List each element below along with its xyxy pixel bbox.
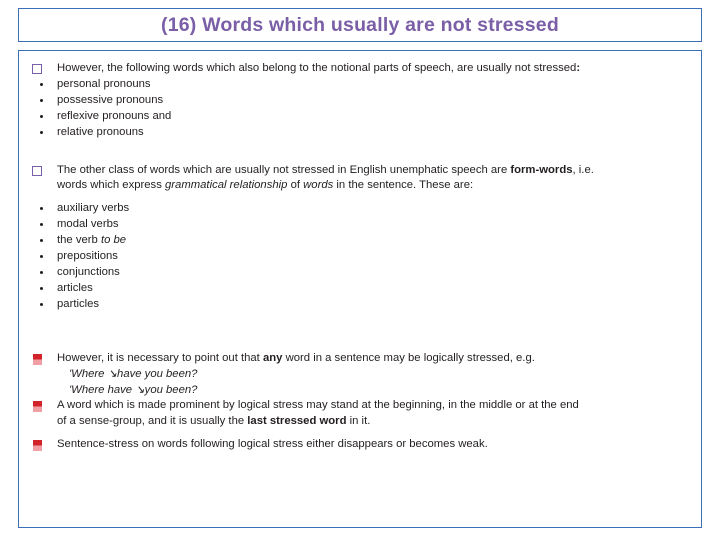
block3-paragraph-3: Sentence-stress on words following logic… bbox=[27, 437, 693, 452]
list-item-label: relative pronouns bbox=[57, 125, 144, 138]
list-item-label: prepositions bbox=[57, 250, 118, 263]
dot-bullet-icon bbox=[27, 249, 57, 259]
dot-bullet-icon bbox=[27, 281, 57, 290]
block3-paragraph-1-text: However, it is necessary to point out th… bbox=[57, 351, 693, 366]
list-item: possessive pronouns bbox=[27, 93, 693, 108]
list-item-label: possessive pronouns bbox=[57, 93, 164, 106]
dot-bullet-icon bbox=[27, 265, 57, 274]
square-bullet-icon bbox=[27, 61, 57, 74]
list-item: conjunctions bbox=[27, 265, 693, 280]
list-item-label-italic: to be bbox=[100, 234, 127, 247]
block1-lead: However, the following words which also … bbox=[27, 61, 693, 76]
example-sentence-1: 'Where ↘have you been? bbox=[27, 367, 693, 382]
example-text: 'Where have ↘you been? bbox=[69, 383, 198, 396]
example-sentence-2: 'Where have ↘you been? bbox=[27, 383, 693, 398]
p2-cont-2: in it. bbox=[346, 415, 371, 428]
square-bullet-icon bbox=[27, 163, 57, 176]
block3-paragraph-3-text: Sentence-stress on words following logic… bbox=[57, 438, 488, 451]
block2-lead-part-0: The other class of words which are usual… bbox=[57, 163, 511, 176]
block2-cont-part-1: grammatical relationship bbox=[165, 179, 288, 192]
dot-bullet-icon bbox=[27, 109, 57, 118]
list-item-label: modal verbs bbox=[57, 218, 119, 231]
list-item: personal pronouns bbox=[27, 77, 693, 92]
slide: (16) Words which usually are not stresse… bbox=[0, 0, 720, 540]
block3-paragraph-2-text: A word which is made prominent by logica… bbox=[57, 398, 693, 413]
block2-lead-text: The other class of words which are usual… bbox=[57, 163, 693, 178]
block2-lead-continuation: words which express grammatical relation… bbox=[27, 178, 693, 193]
block2-lead-part-1: form-words bbox=[510, 163, 573, 176]
dot-bullet-icon bbox=[27, 201, 57, 211]
example-text: 'Where ↘have you been? bbox=[69, 367, 198, 380]
list-item-label: reflexive pronouns and bbox=[57, 109, 172, 122]
block3-paragraph-1: However, it is necessary to point out th… bbox=[27, 351, 693, 366]
list-item-label: personal pronouns bbox=[57, 77, 151, 90]
block2-cont-part-3: words bbox=[303, 179, 334, 192]
p2-cont-0: of a sense-group, and it is usually the bbox=[57, 415, 248, 428]
flag-bullet-icon bbox=[27, 437, 57, 452]
dot-bullet-icon bbox=[27, 77, 57, 86]
page-title: (16) Words which usually are not stresse… bbox=[161, 13, 559, 36]
list-item: auxiliary verbs bbox=[27, 201, 693, 216]
block2-cont-part-4: in the sentence. These are: bbox=[333, 179, 474, 192]
list-item-label: particles bbox=[57, 297, 100, 310]
block2-cont-part-0: words which express bbox=[57, 179, 165, 192]
list-item-label: auxiliary verbs bbox=[57, 202, 130, 215]
block3-paragraph-2: A word which is made prominent by logica… bbox=[27, 398, 693, 413]
list-item-label-plain: the verb bbox=[57, 234, 101, 247]
flag-bullet-icon bbox=[27, 398, 57, 413]
slide-body-box: However, the following words which also … bbox=[18, 50, 702, 528]
dot-bullet-icon bbox=[27, 125, 57, 134]
p2-cont-1: last stressed word bbox=[247, 415, 347, 428]
list-item: the verb to be bbox=[27, 233, 693, 248]
dot-bullet-icon bbox=[27, 233, 57, 243]
block1-lead-part-1: : bbox=[576, 62, 581, 74]
block2-lead: The other class of words which are usual… bbox=[27, 163, 693, 178]
p1-part-2: word in a sentence may be logically stre… bbox=[282, 351, 535, 364]
block2-lead-part-2: , i.e. bbox=[572, 163, 594, 176]
block1-lead-text: However, the following words which also … bbox=[57, 61, 693, 76]
list-item: relative pronouns bbox=[27, 125, 693, 140]
dot-bullet-icon bbox=[27, 217, 57, 227]
dot-bullet-icon bbox=[27, 93, 57, 102]
list-item: prepositions bbox=[27, 249, 693, 264]
p2-part-0: A word which is made prominent by logica… bbox=[57, 399, 579, 412]
list-item-label-verb-to-be: the verb to be bbox=[57, 233, 693, 248]
flag-bullet-icon bbox=[27, 351, 57, 365]
slide-title-box: (16) Words which usually are not stresse… bbox=[18, 8, 702, 42]
p1-part-0: However, it is necessary to point out th… bbox=[57, 351, 263, 364]
list-item: particles bbox=[27, 297, 693, 312]
list-item: reflexive pronouns and bbox=[27, 109, 693, 124]
dot-bullet-icon bbox=[27, 297, 57, 306]
list-item-label: conjunctions bbox=[57, 265, 120, 278]
list-item: modal verbs bbox=[27, 217, 693, 232]
block2-cont-part-2: of bbox=[287, 179, 304, 192]
block1-lead-part-0: However, the following words which also … bbox=[57, 62, 577, 74]
p1-part-1: any bbox=[262, 351, 283, 364]
list-item-label: articles bbox=[57, 281, 93, 294]
block3-paragraph-2-continuation: of a sense-group, and it is usually the … bbox=[27, 414, 693, 429]
list-item: articles bbox=[27, 281, 693, 296]
